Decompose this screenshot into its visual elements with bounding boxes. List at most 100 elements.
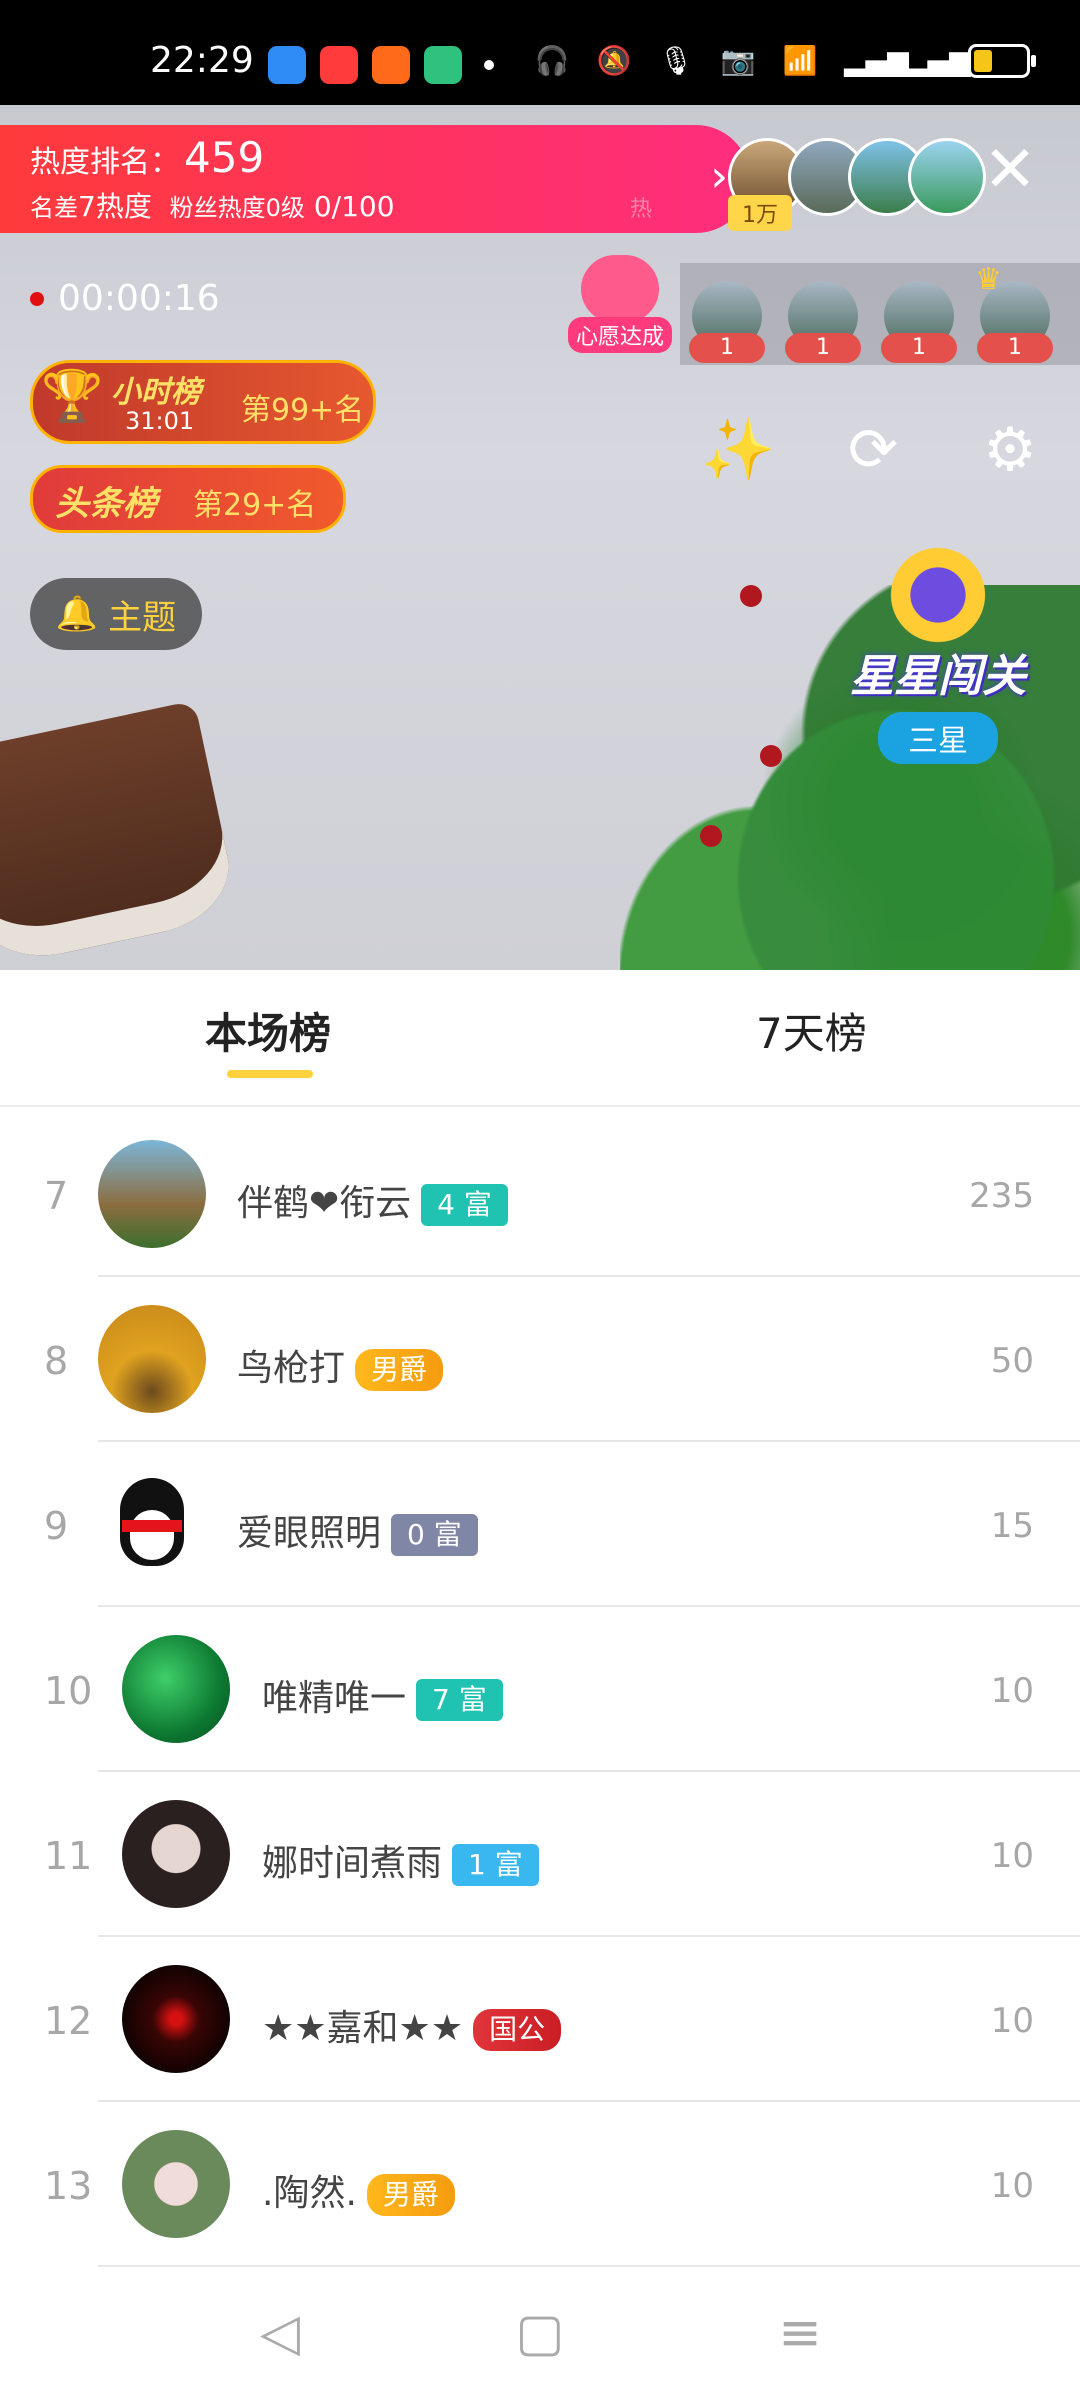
star-challenge-tier: 三星 — [878, 712, 998, 764]
wifi-icon: 📶 — [782, 44, 818, 77]
avatar[interactable] — [98, 1305, 206, 1413]
score: 10 — [990, 1671, 1034, 1711]
avatar[interactable] — [122, 1965, 230, 2073]
user-name: 鸟枪打 男爵 — [237, 1339, 444, 1391]
user-name-text: 爱眼照明 — [237, 1513, 382, 1554]
heat-rank-line: 热度排名：459 — [30, 133, 264, 182]
avatar[interactable] — [122, 1635, 230, 1743]
app-notification-icon — [268, 46, 306, 84]
hour-rank-title: 小时榜 — [111, 375, 201, 410]
menu-icon[interactable]: ≡ — [765, 2298, 835, 2368]
heat-gap-value: 7热度 — [78, 190, 152, 223]
status-bar: 22:29 🎧 🔕 🎙 📷 📶 ▂▄▆ ▂▄▆ — [0, 0, 1080, 105]
user-name: 伴鹤❤衔云 4 富 — [237, 1174, 508, 1226]
score: 235 — [969, 1176, 1034, 1216]
avatar[interactable] — [122, 1800, 230, 1908]
battery-icon — [968, 44, 1036, 78]
berry — [760, 745, 782, 767]
settings-gear-icon[interactable]: ⚙ — [970, 410, 1050, 490]
flip-camera-icon[interactable]: ⟳ — [833, 410, 913, 490]
list-item[interactable]: 11 娜时间煮雨 1 富 10 — [0, 1772, 1080, 1937]
theme-button[interactable]: 🔔 主题 — [30, 578, 202, 650]
hour-rank-badge[interactable]: 🏆 小时榜 31:01 第99+名 — [30, 360, 376, 444]
status-indicators: 🎧 🔕 🎙 📷 📶 ▂▄▆ ▂▄▆ — [534, 44, 1036, 78]
home-icon[interactable]: ▢ — [505, 2298, 575, 2368]
crown-icon: ♛ — [975, 262, 1002, 297]
penguin-belly — [130, 1510, 174, 1560]
rank-number: 11 — [44, 1834, 93, 1878]
wealth-level-badge: 7 富 — [416, 1679, 503, 1721]
heart-icon — [581, 255, 659, 323]
score: 50 — [990, 1341, 1034, 1381]
trophy-icon: 🏆 — [41, 367, 104, 425]
signal-4g-icon-2: ▂▄▆ — [906, 44, 971, 77]
user-name-text: 伴鹤❤衔云 — [237, 1183, 412, 1224]
user-name-text: .陶然. — [262, 2173, 357, 2214]
fan-heat-progress: 0/100 — [313, 190, 395, 223]
status-time: 22:29 — [150, 40, 254, 81]
user-name-text: 娜时间煮雨 — [262, 1843, 443, 1884]
wealth-level-badge: 4 富 — [421, 1184, 508, 1226]
rank-number: 9 — [44, 1504, 69, 1548]
headphones-icon: 🎧 — [534, 44, 570, 77]
star-challenge-badge[interactable]: 星星闯关 三星 — [848, 540, 1028, 764]
avatar[interactable] — [98, 1470, 206, 1578]
status-app-icons — [268, 46, 494, 84]
heat-gap-prefix: 名差 — [30, 194, 78, 222]
rank-number: 7 — [44, 1174, 69, 1218]
user-name-text: 唯精唯一 — [262, 1678, 407, 1719]
signal-4g-icon: ▂▄▆ — [844, 44, 909, 77]
divider — [98, 2265, 1080, 2267]
chevron-right-icon[interactable]: › — [710, 151, 728, 202]
headline-rank-position: 第29+名 — [193, 488, 317, 523]
guard-count: 1 — [977, 333, 1053, 363]
list-item[interactable]: 7 伴鹤❤衔云 4 富 235 — [0, 1112, 1080, 1277]
shopping-app-icon — [372, 46, 410, 84]
list-item[interactable]: 10 唯精唯一 7 富 10 — [0, 1607, 1080, 1772]
berry — [740, 585, 762, 607]
user-name: 唯精唯一 7 富 — [262, 1669, 503, 1721]
wish-widget[interactable]: 心愿达成 — [565, 255, 675, 353]
user-name-text: 鸟枪打 — [237, 1348, 346, 1389]
noble-badge: 男爵 — [366, 2174, 455, 2216]
bell-icon: 🔔 — [55, 594, 99, 634]
mute-icon: 🔕 — [596, 44, 632, 77]
magic-wand-icon[interactable]: ✨ — [698, 410, 778, 490]
rank-number: 13 — [44, 2164, 93, 2208]
wealth-level-badge: 0 富 — [391, 1514, 478, 1556]
guard-list[interactable]: 1 1 1 1 — [680, 263, 1080, 365]
live-timer-value: 00:00:16 — [58, 278, 220, 319]
heat-rank-banner[interactable]: 热度排名：459 名差7热度 粉丝热度0级 0/100 热 › — [0, 125, 750, 233]
recording-dot-icon — [30, 291, 44, 306]
list-item[interactable]: 9 爱眼照明 0 富 15 — [0, 1442, 1080, 1607]
user-name-text: ★★嘉和★★ — [262, 2008, 464, 2049]
heat-rank-value: 459 — [184, 133, 265, 182]
list-item[interactable]: 12 ★★嘉和★★ 国公 10 — [0, 1937, 1080, 2102]
tab-this-session[interactable]: 本场榜 — [205, 1000, 331, 1061]
rank-number: 8 — [44, 1339, 69, 1383]
live-timer: 00:00:16 — [30, 278, 220, 319]
guard-avatar[interactable]: 1 — [785, 281, 861, 363]
lamp-shape — [0, 700, 241, 970]
leaderboard-list[interactable]: 7 伴鹤❤衔云 4 富 235 8 鸟枪打 男爵 50 9 爱眼照明 0 富 15 1… — [0, 1112, 1080, 2267]
guard-avatar[interactable]: 1 — [881, 281, 957, 363]
close-icon[interactable]: ✕ — [980, 138, 1040, 202]
tab-seven-days[interactable]: 7天榜 — [756, 1000, 867, 1061]
avatar[interactable] — [98, 1140, 206, 1248]
headline-rank-badge[interactable]: 头条榜 第29+名 — [30, 465, 346, 533]
tab-indicator — [227, 1070, 313, 1078]
fan-heat-level: 粉丝热度0级 — [169, 194, 305, 222]
avatar[interactable] — [122, 2130, 230, 2238]
guard-count: 1 — [689, 333, 765, 363]
star-emblem-icon — [883, 540, 993, 650]
list-item[interactable]: 13 .陶然. 男爵 10 — [0, 2102, 1080, 2267]
hour-rank-position: 第99+名 — [241, 393, 365, 428]
viewer-avatar[interactable] — [908, 138, 986, 216]
guard-avatar[interactable]: 1 — [689, 281, 765, 363]
back-icon[interactable]: ◁ — [245, 2298, 315, 2368]
live-video[interactable] — [0, 105, 1080, 1075]
hour-rank-countdown: 31:01 — [125, 407, 195, 435]
user-name: 娜时间煮雨 1 富 — [262, 1834, 539, 1886]
list-item[interactable]: 8 鸟枪打 男爵 50 — [0, 1277, 1080, 1442]
user-name: ★★嘉和★★ 国公 — [262, 1999, 562, 2051]
